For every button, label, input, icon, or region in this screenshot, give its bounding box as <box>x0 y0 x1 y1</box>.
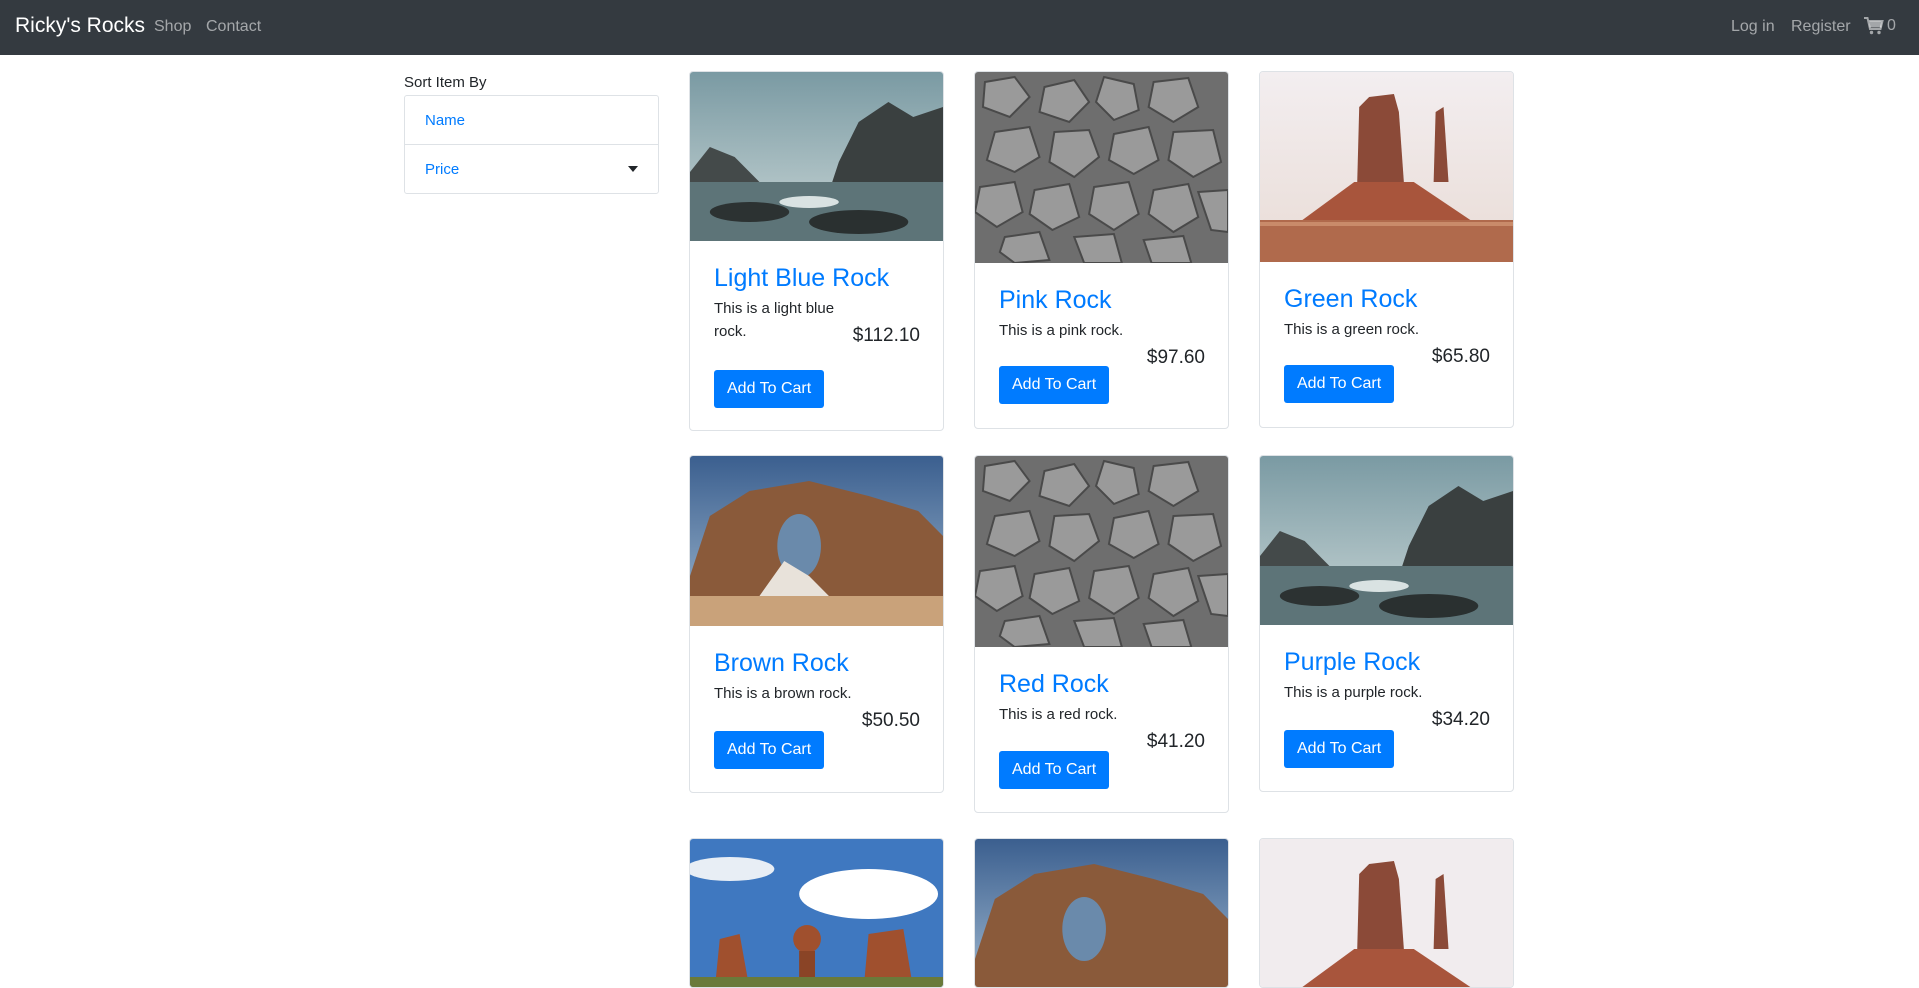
product-description: This is a green rock. <box>1284 321 1420 338</box>
sort-by-price[interactable]: Price <box>405 145 658 194</box>
nav-contact-link[interactable]: Contact <box>206 18 261 36</box>
product-card: Pink Rock This is a pink rock. $97.60 Ad… <box>974 71 1229 429</box>
product-card: Green Rock This is a green rock. $65.80 … <box>1259 71 1514 428</box>
product-card: Purple Rock This is a purple rock. $34.2… <box>1259 455 1514 792</box>
product-price: $34.20 <box>1431 709 1490 730</box>
login-link[interactable]: Log in <box>1731 18 1775 36</box>
product-description: This is a brown rock. <box>714 685 852 702</box>
sort-options: Name Price <box>404 95 659 194</box>
product-price: $50.50 <box>861 710 920 731</box>
shopping-cart-icon <box>1864 17 1884 35</box>
product-image <box>975 839 1228 987</box>
product-image <box>975 72 1228 263</box>
product-image <box>1260 72 1513 262</box>
product-card <box>974 838 1229 988</box>
product-title[interactable]: Light Blue Rock <box>714 264 919 293</box>
product-description: This is a light blue rock. <box>714 300 835 340</box>
product-description: This is a red rock. <box>999 706 1118 723</box>
product-price: $41.20 <box>1146 731 1205 752</box>
product-card <box>1259 838 1514 988</box>
product-image <box>690 72 943 241</box>
add-to-cart-button[interactable]: Add To Cart <box>999 366 1110 404</box>
sort-by-name[interactable]: Name <box>405 96 658 145</box>
caret-down-icon <box>628 166 638 172</box>
product-image <box>690 456 943 626</box>
register-link[interactable]: Register <box>1791 18 1851 36</box>
product-title[interactable]: Red Rock <box>999 670 1204 699</box>
brand-logo[interactable]: Ricky's Rocks <box>15 14 145 38</box>
cart-button[interactable]: 0 <box>1864 17 1896 35</box>
add-to-cart-button[interactable]: Add To Cart <box>714 731 825 769</box>
add-to-cart-button[interactable]: Add To Cart <box>1284 730 1395 768</box>
product-price: $97.60 <box>1146 347 1205 368</box>
product-price: $65.80 <box>1431 346 1490 367</box>
product-card <box>689 838 944 988</box>
navbar: Ricky's Rocks Shop Contact Log in Regist… <box>0 0 1919 55</box>
cart-count: 0 <box>1887 17 1896 34</box>
product-image <box>1260 839 1513 987</box>
product-card: Red Rock This is a red rock. $41.20 Add … <box>974 455 1229 813</box>
product-image <box>1260 456 1513 625</box>
add-to-cart-button[interactable]: Add To Cart <box>999 751 1110 789</box>
add-to-cart-button[interactable]: Add To Cart <box>714 370 825 408</box>
product-description: This is a pink rock. <box>999 322 1124 339</box>
product-card: Light Blue Rock This is a light blue roc… <box>689 71 944 431</box>
sort-label: Sort Item By <box>404 74 487 91</box>
product-title[interactable]: Pink Rock <box>999 286 1204 315</box>
add-to-cart-button[interactable]: Add To Cart <box>1284 365 1395 403</box>
sort-by-price-label: Price <box>425 161 460 178</box>
product-title[interactable]: Purple Rock <box>1284 648 1489 677</box>
nav-shop-link[interactable]: Shop <box>154 18 191 36</box>
product-description: This is a purple rock. <box>1284 684 1423 701</box>
product-image <box>975 456 1228 647</box>
product-title[interactable]: Brown Rock <box>714 649 919 678</box>
product-title[interactable]: Green Rock <box>1284 285 1489 314</box>
product-price: $112.10 <box>852 325 920 346</box>
product-image <box>690 839 943 987</box>
product-card: Brown Rock This is a brown rock. $50.50 … <box>689 455 944 793</box>
